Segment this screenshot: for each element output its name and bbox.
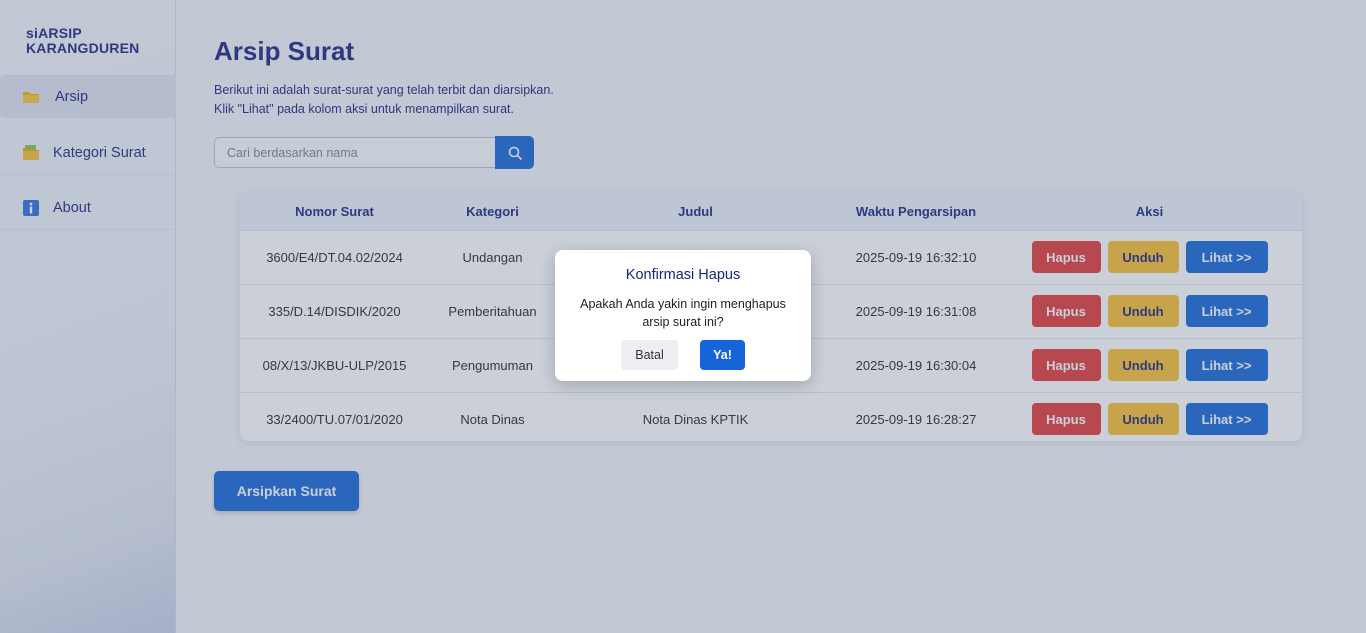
dialog-message-line-2: arsip surat ini?: [642, 315, 724, 329]
delete-confirm-dialog: Konfirmasi Hapus Apakah Anda yakin ingin…: [555, 250, 811, 381]
dialog-message-line-1: Apakah Anda yakin ingin menghapus: [580, 297, 786, 311]
confirm-button[interactable]: Ya!: [700, 340, 745, 370]
cancel-button[interactable]: Batal: [621, 340, 678, 370]
dialog-actions: Batal Ya!: [555, 340, 811, 370]
dialog-title: Konfirmasi Hapus: [625, 267, 741, 283]
dialog-message: Apakah Anda yakin ingin menghapus arsip …: [569, 295, 797, 331]
